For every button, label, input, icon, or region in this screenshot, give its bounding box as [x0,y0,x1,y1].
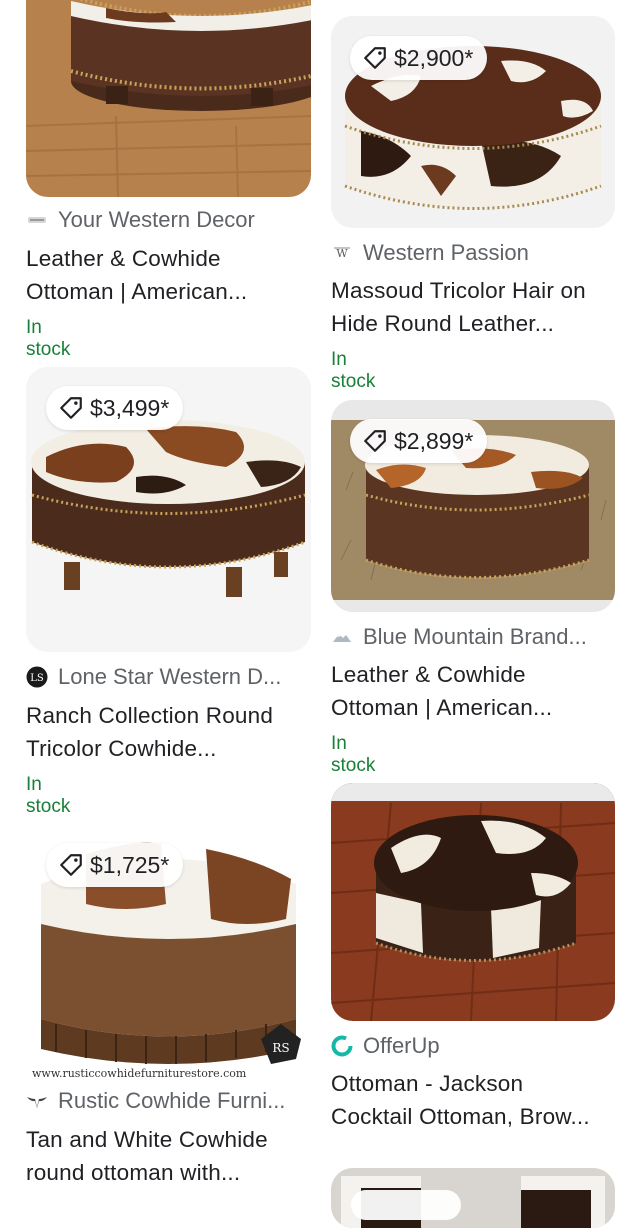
svg-text:LS: LS [30,673,44,684]
product-title[interactable]: Massoud Tricolor Hair on Hide Round Leat… [331,274,621,340]
price-badge: $2,899* [350,419,488,463]
stock-status: In stock [331,349,376,392]
product-title-line-2: round ottoman with... [26,1160,241,1185]
merchant-name: Rustic Cowhide Furni... [58,1088,286,1113]
merchant-source: Rustic Cowhide Furni... [26,1088,311,1114]
price-tag-icon [60,854,82,876]
favicon-icon [28,217,46,223]
product-title-line-2: Ottoman | American... [331,695,553,720]
merchant-source: W Western Passion [331,240,615,266]
svg-text:W: W [336,247,348,260]
price-badge: $3,499* [46,386,184,430]
price-tag-icon [60,397,82,419]
price-text: $2,899* [394,427,474,454]
product-title-line-1: Leather & Cowhide [331,662,526,687]
price-tag-icon [364,430,386,452]
price-badge: $1,725* [46,843,184,887]
product-image[interactable] [331,1168,615,1228]
stock-status: In stock [26,774,71,817]
product-title[interactable]: Ottoman - Jackson Cocktail Ottoman, Brow… [331,1067,615,1133]
svg-text:RS: RS [272,1041,289,1055]
price-text: $2,900* [394,44,474,71]
product-title-line-1: Leather & Cowhide [26,246,221,271]
merchant-name: OfferUp [363,1033,440,1058]
merchant-source: OfferUp [331,1033,615,1059]
product-title-line-2: Cocktail Ottoman, Brow... [331,1104,590,1129]
watermark-text: www.rusticcowhidefurniturestore.com [32,1067,247,1080]
blue-mountain-logo-icon [333,634,351,642]
price-text: $1,725* [90,851,170,878]
product-title[interactable]: Leather & Cowhide Ottoman | American... [26,242,311,308]
product-title-line-2: Ottoman | American... [26,279,248,304]
merchant-source: Blue Mountain Brand... [331,624,615,650]
product-title[interactable]: Leather & Cowhide Ottoman | American... [331,658,615,724]
product-title-line-1: Massoud Tricolor Hair on [331,278,586,303]
product-title-line-1: Tan and White Cowhide [26,1127,268,1152]
product-title[interactable]: Tan and White Cowhide round ottoman with… [26,1123,311,1189]
product-title[interactable]: Ranch Collection Round Tricolor Cowhide.… [26,699,311,765]
merchant-source: Your Western Decor [26,207,311,233]
merchant-name: Lone Star Western D... [58,664,282,689]
merchant-name: Your Western Decor [58,207,255,232]
longhorn-logo-icon [27,1097,47,1108]
offerup-logo-icon [331,1035,353,1057]
product-title-line-2: Hide Round Leather... [331,311,555,336]
price-tag-icon [364,47,386,69]
product-title-line-2: Tricolor Cowhide... [26,736,217,761]
stock-status: In stock [26,317,71,360]
merchant-source: LS Lone Star Western D... [26,664,311,690]
product-title-line-1: Ranch Collection Round [26,703,274,728]
product-image[interactable] [331,783,615,1021]
merchant-name: Blue Mountain Brand... [363,624,587,649]
lone-star-logo-icon: LS [26,666,48,688]
merchant-name: Western Passion [363,240,529,265]
product-image[interactable] [26,0,311,197]
western-passion-logo-icon: W [334,247,350,260]
price-text: $3,499* [90,394,170,421]
price-badge: $2,900* [350,36,488,80]
stock-status: In stock [331,733,376,776]
product-title-line-1: Ottoman - Jackson [331,1071,524,1096]
